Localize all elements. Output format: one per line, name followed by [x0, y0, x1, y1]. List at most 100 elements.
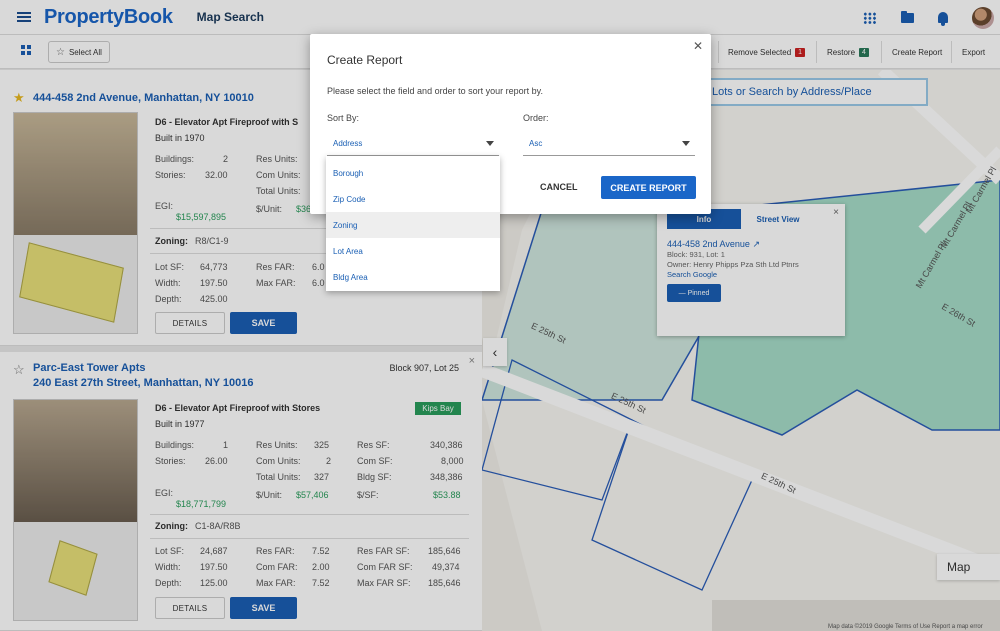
- details-button[interactable]: DETAILS: [155, 597, 225, 619]
- building-class: D6 - Elevator Apt Fireproof with Stores: [155, 403, 321, 413]
- grid-apps-icon[interactable]: [863, 11, 877, 24]
- property-address[interactable]: 444-458 2nd Avenue, Manhattan, NY 10010: [33, 91, 254, 106]
- select-all-button[interactable]: ☆ Select All: [48, 41, 110, 63]
- export-button[interactable]: Export: [956, 41, 991, 63]
- dropdown-caret-icon: [682, 141, 690, 146]
- dropdown-caret-icon: [486, 141, 494, 146]
- remove-selected-label: Remove Selected: [728, 47, 792, 57]
- bldg-sf-label: Bldg SF:: [357, 472, 392, 482]
- res-far-sf-value: 185,646: [428, 546, 461, 556]
- restore-button[interactable]: Restore 4: [821, 41, 875, 63]
- dashboard-icon[interactable]: [21, 45, 31, 55]
- stories-value: 32.00: [205, 170, 228, 180]
- star-outline-icon: ☆: [56, 46, 65, 58]
- width-label: Width:: [155, 562, 181, 572]
- tab-street-view[interactable]: Street View: [741, 209, 815, 229]
- res-far-label: Res FAR:: [256, 262, 295, 272]
- avatar[interactable]: [972, 6, 994, 29]
- per-unit-value: $36: [296, 204, 312, 214]
- property-address: 240 East 27th Street, Manhattan, NY 1001…: [33, 377, 254, 389]
- zoning-value: C1-8A/R8B: [195, 521, 241, 531]
- zoning-label: Zoning:: [155, 236, 188, 246]
- external-link-icon[interactable]: ↗: [752, 239, 760, 249]
- street-view-image: [14, 400, 137, 522]
- zoning-value: R8/C1-9: [195, 236, 229, 246]
- close-icon[interactable]: ×: [833, 207, 839, 218]
- buildings-value: 2: [223, 154, 229, 164]
- info-address[interactable]: 444-458 2nd Avenue ↗: [667, 239, 845, 250]
- stories-value: 26.00: [205, 456, 228, 466]
- property-photo[interactable]: [13, 399, 138, 621]
- divider: [816, 41, 817, 63]
- restore-label: Restore: [827, 47, 856, 57]
- save-button[interactable]: SAVE: [230, 597, 297, 619]
- res-far-label: Res FAR:: [256, 546, 295, 556]
- sort-by-select[interactable]: Address: [327, 132, 499, 156]
- remove-selected-button[interactable]: Remove Selected 1: [722, 41, 811, 63]
- app-logo[interactable]: PropertyBook: [44, 6, 173, 29]
- map-search-input[interactable]: Lots or Search by Address/Place: [706, 78, 928, 106]
- property-name: Parc-East Tower Apts: [33, 362, 146, 374]
- com-far-sf-value: 49,374: [432, 562, 460, 572]
- close-icon[interactable]: ✕: [693, 39, 703, 53]
- property-card: ☆ Parc-East Tower Apts 240 East 27th Stre…: [0, 352, 482, 631]
- res-far-sf-label: Res FAR SF:: [357, 546, 410, 556]
- close-icon[interactable]: ×: [469, 355, 475, 367]
- depth-value: 425.00: [200, 294, 228, 304]
- max-far-label: Max FAR:: [256, 578, 296, 588]
- details-button[interactable]: DETAILS: [155, 312, 225, 334]
- create-report-submit-button[interactable]: CREATE REPORT: [601, 176, 696, 199]
- map-copyright: Map data ©2019 Google Terms of Use Repor…: [828, 624, 983, 630]
- dropdown-option-highlighted[interactable]: Zoning: [326, 212, 500, 238]
- res-units-label: Res Units:: [256, 154, 298, 164]
- depth-value: 125.00: [200, 578, 228, 588]
- property-details: D6 - Elevator Apt Fireproof with Stores …: [155, 400, 320, 432]
- divider: [150, 538, 469, 539]
- com-far-sf-label: Com FAR SF:: [357, 562, 413, 572]
- max-far-sf-value: 185,646: [428, 578, 461, 588]
- max-far-value: 6.0: [312, 278, 325, 288]
- total-units-label: Total Units:: [256, 472, 301, 482]
- pinned-button[interactable]: — Pinned: [667, 284, 721, 302]
- max-far-label: Max FAR:: [256, 278, 296, 288]
- cancel-button[interactable]: CANCEL: [540, 182, 578, 192]
- depth-label: Depth:: [155, 294, 182, 304]
- create-report-button[interactable]: Create Report: [886, 41, 948, 63]
- star-filled-icon[interactable]: ★: [13, 90, 25, 106]
- lot-map-thumbnail: [14, 235, 137, 333]
- dropdown-option[interactable]: Lot Area: [326, 238, 500, 264]
- save-button[interactable]: SAVE: [230, 312, 297, 334]
- divider: [951, 41, 952, 63]
- top-bar: PropertyBook Map Search: [0, 0, 1000, 35]
- egi-value: $15,597,895: [176, 212, 227, 222]
- bldg-sf-value: 348,386: [430, 472, 463, 482]
- sort-by-dropdown-menu: Borough Zip Code Zoning Lot Area Bldg Ar…: [326, 156, 500, 291]
- property-photo[interactable]: [13, 112, 138, 334]
- res-units-label: Res Units:: [256, 440, 298, 450]
- lot-map-thumbnail: [14, 522, 137, 620]
- res-far-value: 6.0: [312, 262, 325, 272]
- collapse-panel-button[interactable]: ‹: [483, 338, 507, 366]
- dropdown-option[interactable]: Zip Code: [326, 186, 500, 212]
- order-select[interactable]: Asc: [523, 132, 695, 156]
- restore-count-badge: 4: [859, 47, 869, 57]
- folder-icon[interactable]: [901, 10, 914, 23]
- egi-value: $18,771,799: [176, 499, 227, 509]
- res-units-value: 325: [314, 440, 330, 450]
- dropdown-option[interactable]: Borough: [326, 160, 500, 186]
- res-sf-value: 340,386: [430, 440, 463, 450]
- stories-label: Stories:: [155, 456, 186, 466]
- egi-label: EGI:: [155, 201, 174, 211]
- dialog-prompt: Please select the field and order to sor…: [327, 86, 543, 96]
- bell-icon[interactable]: [938, 12, 948, 26]
- map-type-button[interactable]: Map: [937, 554, 1000, 580]
- star-outline-icon[interactable]: ☆: [13, 362, 25, 378]
- property-details: D6 - Elevator Apt Fireproof with S Built…: [155, 114, 298, 146]
- dropdown-option[interactable]: Bldg Area: [326, 264, 500, 290]
- buildings-value: 1: [223, 440, 229, 450]
- page-title: Map Search: [196, 10, 265, 24]
- property-title[interactable]: Parc-East Tower Apts 240 East 27th Street…: [33, 361, 254, 391]
- per-unit-label: $/Unit:: [256, 204, 283, 214]
- search-google-link[interactable]: Search Google: [667, 270, 845, 279]
- menu-icon[interactable]: [17, 12, 31, 22]
